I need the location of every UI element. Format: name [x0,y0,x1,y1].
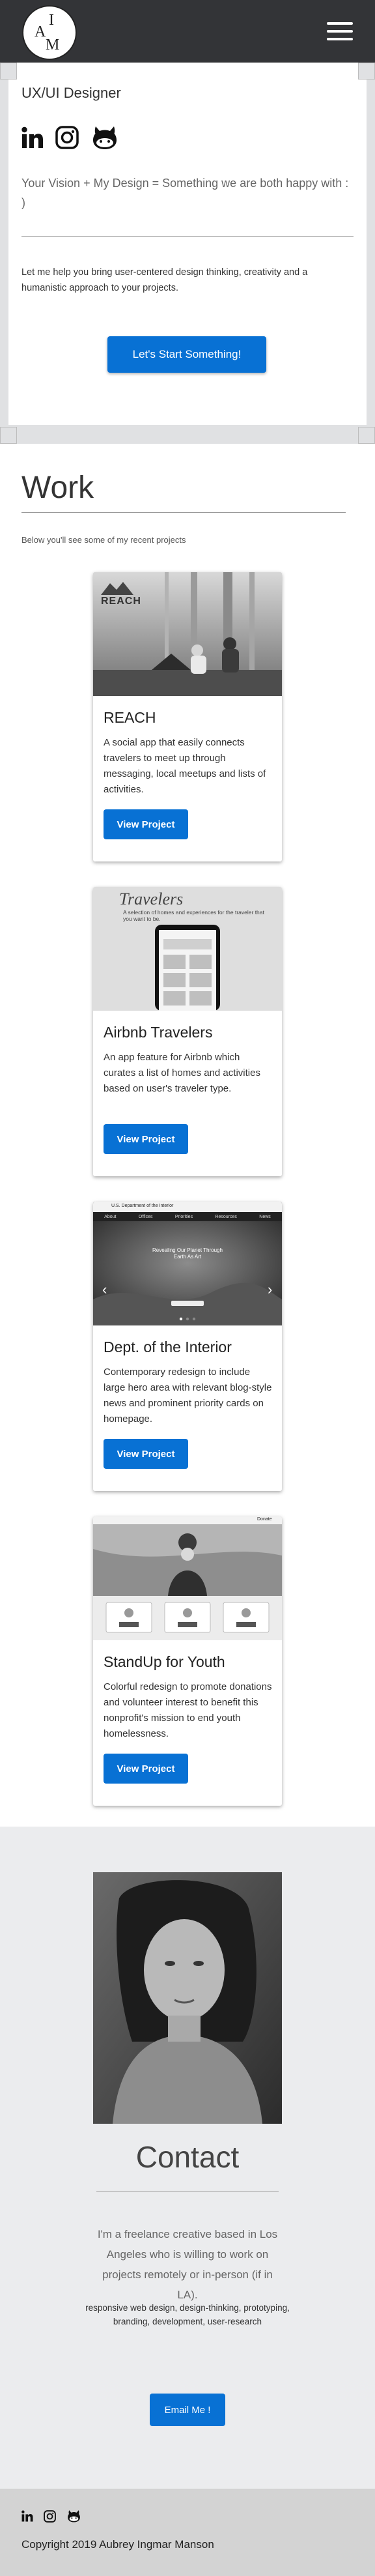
svg-text:‹: ‹ [102,1281,107,1297]
work-title: Work [21,470,94,505]
project-title: StandUp for Youth [104,1653,225,1670]
project-thumbnail-interior[interactable]: U.S. Department of the Interior About Of… [93,1202,282,1325]
linkedin-icon[interactable] [21,126,44,149]
interior-nav-item: About [104,1214,117,1219]
interior-header-text: U.S. Department of the Interior [111,1204,174,1208]
view-project-button[interactable]: View Project [104,809,188,839]
instagram-icon[interactable] [55,126,79,149]
svg-text:›: › [268,1281,272,1297]
contact-title: Contact [135,2140,240,2174]
email-me-button[interactable]: Email Me ! [150,2394,225,2426]
hero-panel: UX/UI Designer Your Vision + My Design =… [8,63,367,425]
project-thumbnail-reach[interactable]: REACH [93,572,282,696]
view-project-button[interactable]: View Project [104,1439,188,1469]
interior-hero-caption: Revealing Our Planet Through Earth As Ar… [152,1247,223,1260]
vision-statement: Your Vision + My Design = Something we a… [21,177,349,209]
hero-title: UX/UI Designer [21,85,121,101]
github-icon[interactable] [90,125,119,150]
footer-social-links [21,2510,81,2526]
skills-list: responsive web design, design-thinking, … [85,2303,290,2326]
start-something-button[interactable]: Let's Start Something! [107,336,266,373]
project-title: REACH [104,709,156,726]
hero-section: UX/UI Designer Your Vision + My Design =… [0,63,375,444]
interior-nav-item: Offices [138,1214,153,1219]
logo-letter-i: I [49,12,54,29]
corner-decoration [358,427,375,444]
contact-text: I'm a freelance creative based in Los An… [97,2228,278,2301]
interior-nav-item: Resources [215,1214,237,1219]
project-card-reach: REACH REACH A social app that easily con… [93,572,282,861]
logo-letter-a: A [35,23,46,40]
project-thumbnail-standup[interactable]: Donate [93,1516,282,1640]
github-icon[interactable] [66,2510,81,2526]
hamburger-menu-icon[interactable] [327,22,353,40]
project-description: Contemporary redesign to include large h… [104,1367,272,1425]
interior-nav-item: Priorities [174,1214,193,1219]
work-divider [21,512,346,513]
project-description: An app feature for Airbnb which curates … [104,1052,260,1094]
project-card-dept-interior: U.S. Department of the Interior About Of… [93,1202,282,1491]
reach-logo-text: REACH [101,596,141,607]
interior-nav-item: News [259,1214,271,1219]
footer: Copyright 2019 Aubrey Ingmar Manson [0,2489,375,2576]
corner-decoration [0,63,17,80]
project-card-airbnb-travelers: Travelers A selection of homes and exper… [93,887,282,1176]
project-title: Airbnb Travelers [104,1024,213,1041]
standup-donate-label: Donate [257,1517,272,1522]
logo-letter-m: M [46,36,60,53]
view-project-button[interactable]: View Project [104,1124,188,1154]
work-section: Work Below you'll see some of my recent … [0,444,375,1827]
corner-decoration [0,427,17,444]
portrait-photo [93,1872,282,2124]
contact-section: Contact I'm a freelance creative based i… [0,1827,375,2489]
project-title: Dept. of the Interior [104,1339,232,1355]
work-subtitle: Below you'll see some of my recent proje… [21,535,186,545]
social-links [21,125,119,150]
project-card-standup-youth: Donate StandUp for Youth Colorful redesi… [93,1516,282,1806]
corner-decoration [358,63,375,80]
hero-divider [21,236,354,237]
logo[interactable]: A I M [22,5,77,60]
linkedin-icon[interactable] [21,2510,33,2525]
copyright-text: Copyright 2019 Aubrey Ingmar Manson [21,2538,214,2551]
project-description: A social app that easily connects travel… [104,737,266,795]
project-description: Colorful redesign to promote donations a… [104,1681,272,1739]
intro-text: Let me help you bring user-centered desi… [21,267,308,293]
top-navbar: A I M [0,0,375,63]
view-project-button[interactable]: View Project [104,1754,188,1784]
instagram-icon[interactable] [44,2510,56,2526]
project-thumbnail-airbnb[interactable]: Travelers A selection of homes and exper… [93,887,282,1011]
